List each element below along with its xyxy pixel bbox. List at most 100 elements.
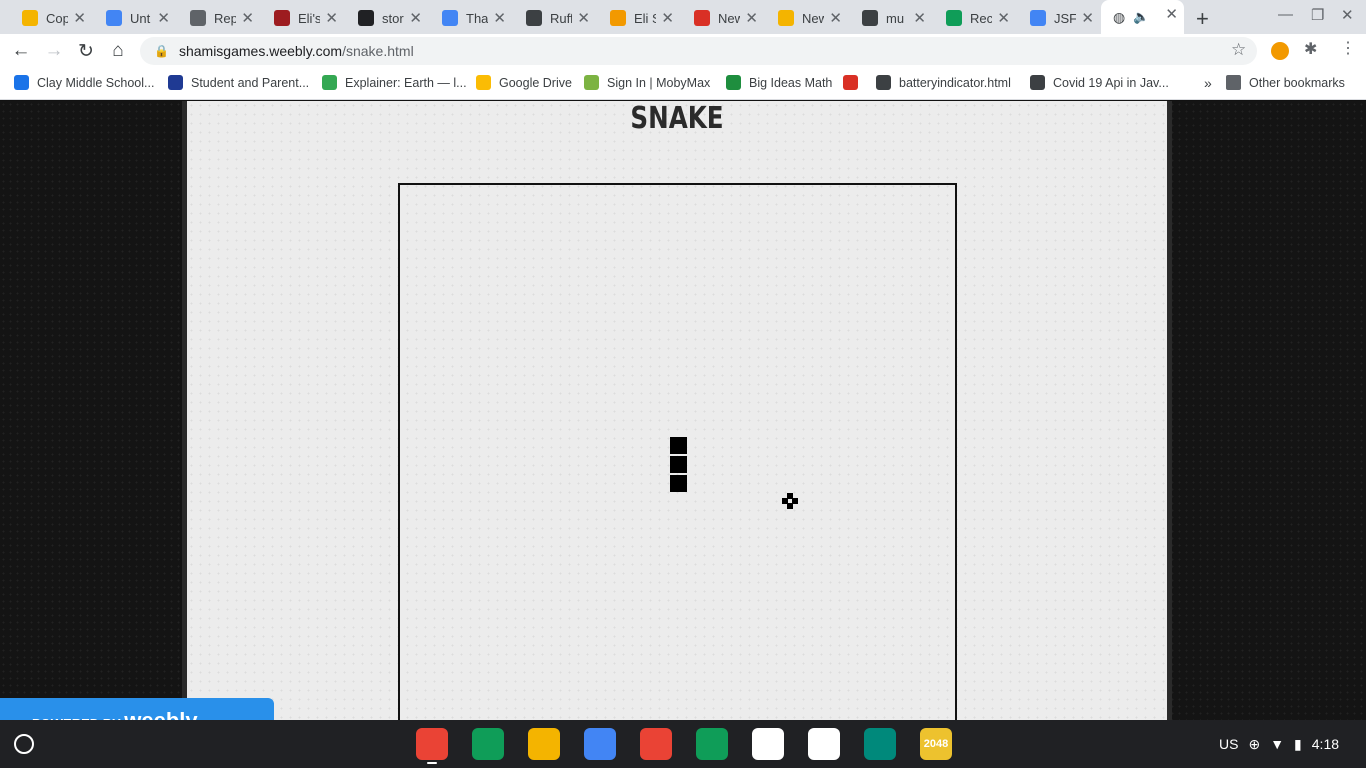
game-board[interactable] bbox=[398, 183, 957, 743]
speaker-icon[interactable]: 🔈 bbox=[1133, 9, 1149, 25]
bookmark-star-icon[interactable]: ☆ bbox=[1231, 40, 1246, 60]
tab-title: Unt bbox=[130, 10, 151, 26]
folder-icon bbox=[1226, 75, 1241, 90]
slides-icon bbox=[778, 10, 794, 26]
new-tab-button[interactable]: + bbox=[1196, 6, 1209, 32]
clock: 4:18 bbox=[1311, 736, 1340, 752]
tab-title: Eli's bbox=[298, 10, 320, 26]
bookmark-item[interactable]: Student and Parent... bbox=[168, 75, 309, 90]
bookmark-item[interactable]: Covid 19 Api in Jav... bbox=[1030, 75, 1169, 90]
wikipedia-icon[interactable] bbox=[752, 728, 784, 760]
close-tab-icon[interactable]: ✕ bbox=[577, 9, 590, 27]
close-tab-icon[interactable]: ✕ bbox=[409, 9, 422, 27]
other-bookmarks-folder[interactable]: Other bookmarks bbox=[1226, 75, 1345, 90]
close-tab-icon[interactable]: ✕ bbox=[745, 9, 758, 27]
bookmark-item[interactable]: Big Ideas Math bbox=[726, 75, 832, 90]
close-tab-icon[interactable]: ✕ bbox=[829, 9, 842, 27]
bookmark-favicon-icon bbox=[726, 75, 741, 90]
tab-7[interactable]: Eli S ✕ bbox=[598, 4, 680, 32]
bookmark-item[interactable] bbox=[843, 75, 866, 90]
close-tab-icon[interactable]: ✕ bbox=[913, 9, 926, 27]
status-tray[interactable]: US ⊕ ▼ ▮ 4:18 bbox=[1219, 728, 1359, 760]
close-tab-icon[interactable]: ✕ bbox=[661, 9, 674, 27]
globe-icon bbox=[862, 10, 878, 26]
snake-segment bbox=[670, 456, 687, 473]
bookmark-favicon-icon bbox=[168, 75, 183, 90]
url-host: shamisgames.weebly.com bbox=[178, 43, 343, 59]
bookmark-item[interactable]: Clay Middle School... bbox=[14, 75, 154, 90]
tab-1[interactable]: Unt ✕ bbox=[94, 4, 176, 32]
close-tab-icon[interactable]: ✕ bbox=[493, 9, 506, 27]
extensions-puzzle-icon[interactable]: ✱ bbox=[1304, 39, 1317, 59]
bookmark-item[interactable]: batteryindicator.html bbox=[876, 75, 1011, 90]
close-tab-icon[interactable]: ✕ bbox=[157, 9, 170, 27]
close-tab-icon[interactable]: ✕ bbox=[73, 9, 86, 27]
tab-6[interactable]: Ruff ✕ bbox=[514, 4, 596, 32]
tab-2[interactable]: Rep ✕ bbox=[178, 4, 260, 32]
docs-icon[interactable] bbox=[584, 728, 616, 760]
minimize-button[interactable]: — bbox=[1278, 6, 1293, 23]
tab-12[interactable]: JSF ✕ bbox=[1018, 4, 1100, 32]
replit-icon bbox=[190, 10, 206, 26]
bookmark-item[interactable]: Google Drive bbox=[476, 75, 572, 90]
drive-icon[interactable] bbox=[472, 728, 504, 760]
tab-title: New bbox=[802, 10, 824, 26]
reload-button[interactable]: ↻ bbox=[75, 40, 97, 63]
tab-title: Ruff bbox=[550, 10, 572, 26]
close-tab-icon[interactable]: ✕ bbox=[241, 9, 254, 27]
menu-dots-icon[interactable]: ⋮ bbox=[1340, 38, 1356, 58]
tab-5[interactable]: Tha ✕ bbox=[430, 4, 512, 32]
tab-0[interactable]: Cop ✕ bbox=[10, 4, 92, 32]
tab-11[interactable]: Rec ✕ bbox=[934, 4, 1016, 32]
tab-3[interactable]: Eli's ✕ bbox=[262, 4, 344, 32]
add-icon: ⊕ bbox=[1248, 735, 1261, 752]
battery-icon: ▮ bbox=[1294, 735, 1302, 752]
2048-icon[interactable]: 2048 bbox=[920, 728, 952, 760]
restore-button[interactable]: ❐ bbox=[1311, 6, 1324, 24]
close-tab-icon[interactable]: ✕ bbox=[325, 9, 338, 27]
page-title: SNAKE bbox=[630, 101, 724, 136]
profile-extension-icon[interactable] bbox=[1271, 42, 1289, 60]
sheets-icon[interactable] bbox=[696, 728, 728, 760]
tab-title: Rep bbox=[214, 10, 236, 26]
forward-button[interactable]: → bbox=[43, 40, 65, 62]
photos-icon[interactable] bbox=[640, 728, 672, 760]
page-background: SNAKE POWERED BY weebly bbox=[0, 101, 1366, 743]
tab-8[interactable]: New ✕ bbox=[682, 4, 764, 32]
close-window-button[interactable]: ✕ bbox=[1341, 6, 1354, 24]
home-button[interactable]: ⌂ bbox=[107, 40, 129, 62]
tab-9[interactable]: New ✕ bbox=[766, 4, 848, 32]
close-tab-icon[interactable]: ✕ bbox=[1081, 9, 1094, 27]
bookmarks-overflow-chevron-icon[interactable]: » bbox=[1204, 75, 1212, 91]
tab-4[interactable]: stor ✕ bbox=[346, 4, 428, 32]
tab-active[interactable]: ◍ 🔈 ✕ bbox=[1101, 0, 1184, 34]
bookmark-label: Explainer: Earth — l... bbox=[345, 75, 467, 90]
bookmark-favicon-icon bbox=[14, 75, 29, 90]
tab-10[interactable]: mu ✕ bbox=[850, 4, 932, 32]
tab-title: Rec bbox=[970, 10, 992, 26]
bookmark-favicon-icon bbox=[584, 75, 599, 90]
notes-icon[interactable] bbox=[808, 728, 840, 760]
bookmark-favicon-icon bbox=[876, 75, 891, 90]
clipboard-icon[interactable] bbox=[864, 728, 896, 760]
back-button[interactable]: ← bbox=[10, 40, 32, 62]
close-tab-icon[interactable]: ✕ bbox=[1165, 5, 1178, 23]
loading-icon bbox=[694, 10, 710, 26]
scratch-icon bbox=[610, 10, 626, 26]
bookmark-item[interactable]: Explainer: Earth — l... bbox=[322, 75, 467, 90]
tab-strip: Cop✕Unt✕Rep✕Eli's✕stor✕Tha✕Ruff✕Eli S✕Ne… bbox=[0, 0, 1366, 34]
bookmark-item[interactable]: Sign In | MobyMax bbox=[584, 75, 710, 90]
bookmark-favicon-icon bbox=[476, 75, 491, 90]
tab-title: stor bbox=[382, 10, 404, 26]
active-app-indicator bbox=[427, 762, 437, 764]
tab-title: Tha bbox=[466, 10, 488, 26]
wifi-icon: ▼ bbox=[1270, 736, 1285, 752]
close-tab-icon[interactable]: ✕ bbox=[997, 9, 1010, 27]
address-bar[interactable]: 🔒 shamisgames.weebly.com /snake.html bbox=[140, 37, 1257, 65]
other-bookmarks-label: Other bookmarks bbox=[1249, 75, 1345, 90]
chrome-icon[interactable] bbox=[416, 728, 448, 760]
bookmark-label: Big Ideas Math bbox=[749, 75, 833, 90]
launcher-icon[interactable] bbox=[14, 734, 34, 754]
slides-icon[interactable] bbox=[528, 728, 560, 760]
bookmark-favicon-icon bbox=[322, 75, 337, 90]
